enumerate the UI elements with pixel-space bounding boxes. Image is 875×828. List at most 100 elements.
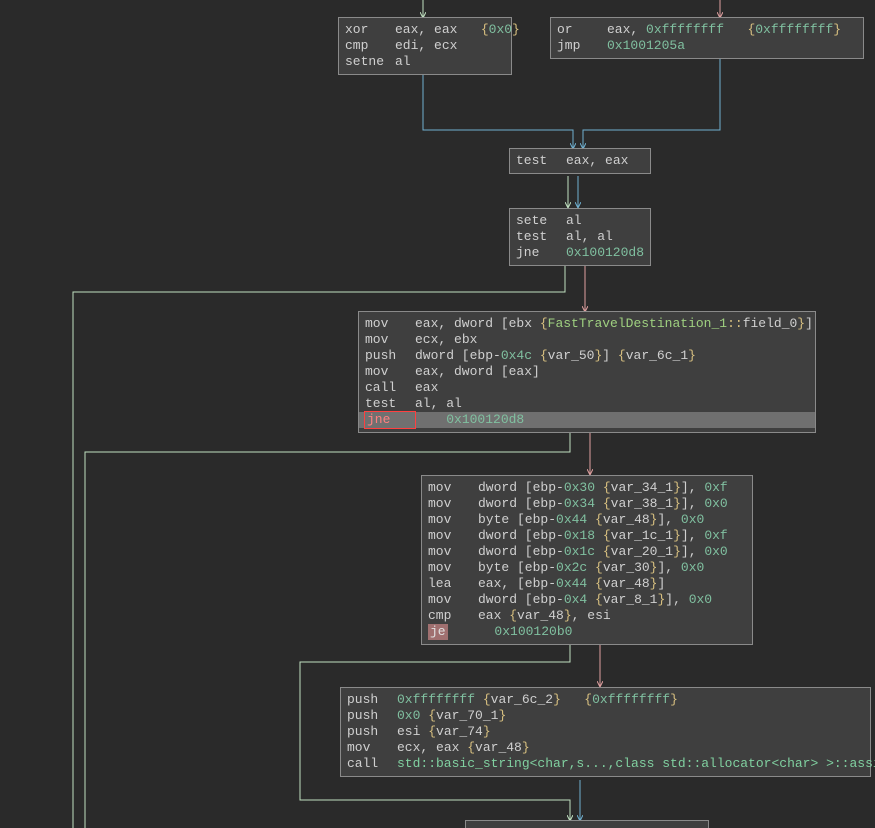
operand-num: 0x1c — [564, 544, 595, 559]
operand-brace: } — [483, 724, 491, 739]
operand-brace: } — [564, 608, 572, 623]
operand-sep: dword [ebp- — [478, 528, 564, 543]
operand-num: 0xf — [704, 480, 727, 495]
operand-reg: eax — [436, 740, 459, 755]
basic-block[interactable]: testeax, eax — [509, 148, 651, 174]
operand-sep: dword [ebp- — [478, 592, 564, 607]
mnemonic: push — [347, 708, 397, 724]
instruction-row[interactable]: jne 0x100120d8 — [359, 412, 815, 428]
instruction-row[interactable]: pushesi {var_74} — [347, 724, 864, 740]
basic-block[interactable]: xoreax, eax {0x0}cmpedi, ecxsetneal — [338, 17, 512, 75]
operand-addr: 0x1001205a — [607, 38, 685, 53]
operand-brace: } — [512, 22, 520, 37]
operand-sep: ], — [681, 528, 704, 543]
operand-brace: } — [553, 692, 561, 707]
operand-brace: { — [428, 724, 436, 739]
instruction-row[interactable]: jne0x100120d8 — [516, 245, 644, 261]
instruction-row[interactable]: pushdword [ebp-0x4c {var_50}] {var_6c_1} — [365, 348, 809, 364]
operand-sep: ], — [681, 480, 704, 495]
mnemonic: call — [347, 756, 397, 772]
mnemonic: mov — [347, 740, 397, 756]
operand-var: var_48 — [603, 576, 650, 591]
instruction-row[interactable]: leaeax, [ebp-0x44 {var_48}] — [428, 576, 746, 592]
basic-block[interactable]: push0xffffffff {var_6c_2} {0xffffffff}pu… — [340, 687, 871, 777]
mnemonic: push — [347, 724, 397, 740]
operand-sep: , — [431, 396, 447, 411]
instruction-row[interactable]: movdword [ebp-0x18 {var_1c_1}], 0xf — [428, 528, 746, 544]
instruction-row[interactable]: movbyte [ebp-0x44 {var_48}], 0x0 — [428, 512, 746, 528]
instruction-row[interactable]: setneal — [345, 54, 505, 70]
operand-sep — [587, 512, 595, 527]
mnemonic: cmp — [428, 608, 478, 624]
instruction-row[interactable]: testeax, eax — [516, 153, 644, 169]
instruction-row[interactable]: xoreax, eax {0x0} — [345, 22, 505, 38]
instruction-row[interactable]: movdword [ebp-0x4 {var_8_1}], 0x0 — [428, 592, 746, 608]
operand-reg: al — [597, 229, 613, 244]
operand-sep: byte [ebp- — [478, 560, 556, 575]
operand-reg: eax — [566, 153, 589, 168]
operand-sep: ] — [657, 576, 665, 591]
instruction-row[interactable]: cmpedi, ecx — [345, 38, 505, 54]
operand-brace: } — [673, 528, 681, 543]
instruction-row[interactable]: seteal — [516, 213, 644, 229]
instruction-row[interactable]: push0xffffffff {var_6c_2} {0xffffffff} — [347, 692, 864, 708]
instruction-row[interactable]: push0x0 {var_70_1} — [347, 708, 864, 724]
operand-sep: ], — [657, 512, 680, 527]
operand-var: var_38_1 — [611, 496, 673, 511]
operand-brace: { — [483, 692, 491, 707]
mnemonic: je — [428, 624, 448, 640]
operand-var: var_1c_1 — [611, 528, 673, 543]
instruction-row[interactable]: movdword [ebp-0x34 {var_38_1}], 0x0 — [428, 496, 746, 512]
mnemonic: mov — [365, 332, 415, 348]
operand-reg: al — [446, 396, 462, 411]
operand-sep: ], — [681, 544, 704, 559]
operand-reg: ecx — [415, 332, 438, 347]
operand-reg: al — [395, 54, 411, 69]
operand-num: 0xffffffff — [592, 692, 670, 707]
operand-sep — [457, 22, 480, 37]
operand-num: 0xffffffff — [397, 692, 475, 707]
mnemonic: call — [365, 380, 415, 396]
instruction-row[interactable]: movdword [ebp-0x1c {var_20_1}], 0x0 — [428, 544, 746, 560]
instruction-row[interactable]: calleax — [365, 380, 809, 396]
instruction-row[interactable]: movbyte [ebp-0x2c {var_30}], 0x0 — [428, 560, 746, 576]
operand-sep: , — [418, 38, 434, 53]
operand-num: 0x0 — [489, 22, 512, 37]
instruction-row[interactable]: movecx, ebx — [365, 332, 809, 348]
basic-block-partial[interactable] — [465, 820, 709, 828]
operand-reg: eax — [607, 22, 630, 37]
instruction-row[interactable]: cmpeax {var_48}, esi — [428, 608, 746, 624]
instruction-row[interactable]: callstd::basic_string<char,s...,class st… — [347, 756, 864, 772]
operand-num: 0x0 — [681, 512, 704, 527]
mnemonic: jmp — [557, 38, 607, 54]
operand-var: var_48 — [475, 740, 522, 755]
operand-sep: , — [438, 332, 454, 347]
instruction-row[interactable]: movecx, eax {var_48} — [347, 740, 864, 756]
operand-var: var_8_1 — [603, 592, 658, 607]
operand-num: 0xffffffff — [755, 22, 833, 37]
operand-var: var_48 — [517, 608, 564, 623]
operand-sep: , — [630, 22, 646, 37]
instruction-row[interactable]: moveax, dword [eax] — [365, 364, 809, 380]
mnemonic: mov — [428, 496, 478, 512]
instruction-row[interactable]: testal, al — [516, 229, 644, 245]
basic-block[interactable]: setealtestal, aljne0x100120d8 — [509, 208, 651, 266]
instruction-row[interactable]: je 0x100120b0 — [428, 624, 746, 640]
operand-reg: esi — [587, 608, 610, 623]
operand-reg: eax — [605, 153, 628, 168]
basic-block[interactable]: moveax, dword [ebx {FastTravelDestinatio… — [358, 311, 816, 433]
mnemonic: jne — [516, 245, 566, 261]
instruction-row[interactable]: oreax, 0xffffffff {0xffffffff} — [557, 22, 857, 38]
basic-block[interactable]: movdword [ebp-0x30 {var_34_1}], 0xfmovdw… — [421, 475, 753, 645]
basic-block[interactable]: oreax, 0xffffffff {0xffffffff}jmp0x10012… — [550, 17, 864, 59]
instruction-row[interactable]: moveax, dword [ebx {FastTravelDestinatio… — [365, 316, 809, 332]
operand-brace: } — [688, 348, 696, 363]
instruction-row[interactable]: jmp0x1001205a — [557, 38, 857, 54]
instruction-row[interactable]: movdword [ebp-0x30 {var_34_1}], 0xf — [428, 480, 746, 496]
mnemonic: mov — [428, 560, 478, 576]
operand-num: 0x44 — [556, 512, 587, 527]
operand-num: 0x0 — [397, 708, 420, 723]
instruction-row[interactable]: testal, al — [365, 396, 809, 412]
operand-addr: 0x100120b0 — [494, 624, 572, 639]
operand-sep — [595, 480, 603, 495]
